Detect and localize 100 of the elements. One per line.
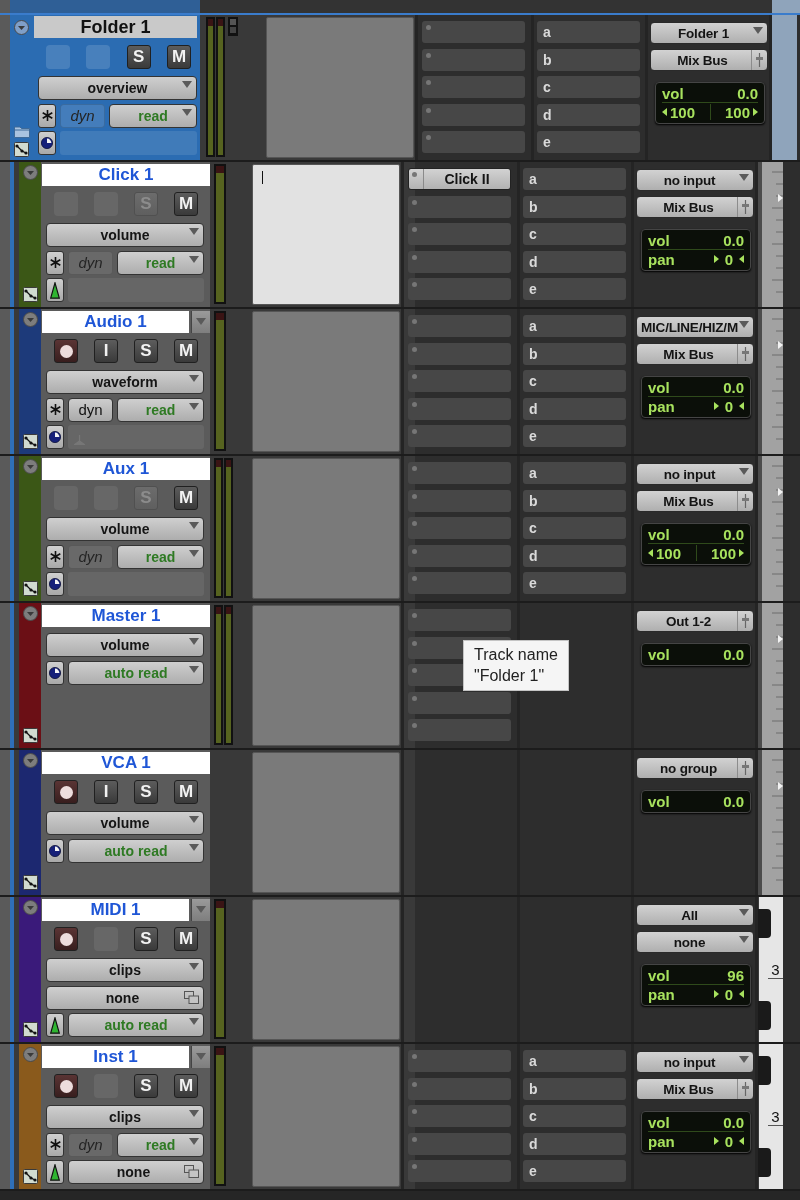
track-name[interactable]: Click 1 — [42, 164, 210, 186]
track-playlist[interactable] — [252, 605, 400, 746]
level-display[interactable]: vol 0.0 pan 0 — [641, 376, 751, 418]
send-slot[interactable]: e — [523, 278, 626, 300]
timebase-button[interactable] — [46, 660, 64, 685]
routing-menu[interactable]: MIC/LINE/HIZ/M — [636, 316, 754, 338]
routing-menu[interactable]: no input — [636, 463, 754, 485]
timebase-button[interactable] — [46, 1013, 64, 1037]
dyn-button[interactable]: dyn — [68, 397, 113, 422]
send-slot[interactable]: c — [523, 517, 626, 539]
send-slot[interactable]: a — [523, 1050, 626, 1072]
track-view-menu[interactable]: volume — [46, 223, 204, 247]
track-view-menu[interactable]: clips — [46, 958, 204, 982]
track-name[interactable]: VCA 1 — [42, 752, 210, 774]
asterisk-button[interactable] — [46, 544, 64, 569]
routing-selector[interactable]: Out 1-2 — [636, 610, 754, 632]
send-slot[interactable]: b — [523, 489, 626, 512]
track-view-menu[interactable]: overview — [38, 76, 197, 100]
send-slot[interactable]: e — [523, 1160, 626, 1182]
node-graph-icon[interactable] — [22, 1169, 38, 1184]
track-name-menu-button[interactable] — [191, 1046, 210, 1068]
node-graph-icon[interactable] — [22, 434, 38, 449]
send-slot[interactable]: d — [537, 103, 640, 126]
track-name-menu-button[interactable] — [191, 311, 210, 333]
level-display[interactable]: vol 0.0 pan 0 — [641, 229, 751, 271]
send-slot[interactable]: d — [523, 250, 626, 273]
routing-menu[interactable]: All — [636, 904, 754, 926]
input-monitor-button[interactable]: I — [94, 339, 118, 363]
mute-button[interactable]: M — [174, 780, 198, 804]
record-button[interactable] — [54, 927, 78, 951]
piano-key[interactable] — [758, 909, 771, 938]
track-playlist[interactable] — [252, 164, 400, 305]
send-slot[interactable]: a — [537, 21, 640, 43]
record-button[interactable] — [54, 780, 78, 804]
track-view-menu[interactable]: volume — [46, 517, 204, 541]
patch-select-button[interactable]: none — [68, 1160, 204, 1184]
track-view-menu[interactable]: waveform — [46, 370, 204, 394]
mute-button[interactable]: M — [174, 192, 198, 216]
node-graph-icon[interactable] — [22, 287, 38, 302]
track-view-menu[interactable]: clips — [46, 1105, 204, 1129]
level-display[interactable]: vol 96 pan 0 — [641, 964, 751, 1006]
track-view-menu[interactable]: volume — [46, 811, 204, 835]
asterisk-button[interactable] — [46, 397, 64, 422]
track-name[interactable]: Inst 1 — [42, 1046, 189, 1068]
record-button[interactable] — [54, 339, 78, 363]
node-graph-icon[interactable] — [22, 875, 38, 890]
send-slot[interactable]: c — [523, 370, 626, 392]
send-slot[interactable]: b — [537, 48, 640, 71]
routing-selector[interactable]: Mix Bus — [636, 1078, 754, 1100]
record-button[interactable] — [54, 1074, 78, 1098]
node-graph-icon[interactable] — [22, 728, 38, 743]
send-slot[interactable]: b — [523, 1077, 626, 1100]
patch-select-button[interactable]: none — [46, 985, 204, 1010]
asterisk-button[interactable] — [46, 1132, 64, 1157]
insert-slot[interactable]: Click II — [408, 168, 511, 190]
node-graph-icon[interactable] — [14, 142, 29, 157]
send-slot[interactable]: c — [537, 76, 640, 98]
timebase-button[interactable] — [38, 131, 56, 155]
track-name[interactable]: Aux 1 — [42, 458, 210, 480]
routing-menu[interactable]: none — [636, 931, 754, 953]
track-playlist[interactable] — [252, 899, 400, 1040]
solo-button[interactable]: S — [134, 339, 158, 363]
timebase-button[interactable] — [46, 425, 64, 449]
level-display[interactable]: vol 0.0 — [641, 643, 751, 666]
track-name[interactable]: Audio 1 — [42, 311, 189, 333]
send-slot[interactable]: b — [523, 195, 626, 218]
mute-button[interactable]: M — [174, 339, 198, 363]
timebase-button[interactable] — [46, 1160, 64, 1184]
level-display[interactable]: vol 0.0 pan 0 — [641, 1111, 751, 1153]
track-name-menu-button[interactable] — [191, 899, 210, 921]
send-slot[interactable]: d — [523, 544, 626, 567]
mute-button[interactable]: M — [174, 927, 198, 951]
send-slot[interactable]: d — [523, 1132, 626, 1155]
track-playlist[interactable] — [252, 458, 400, 599]
send-slot[interactable]: e — [537, 131, 640, 153]
asterisk-button[interactable] — [38, 103, 56, 128]
asterisk-button[interactable] — [46, 250, 64, 275]
routing-selector[interactable]: Mix Bus — [636, 343, 754, 365]
solo-button[interactable]: S — [126, 45, 151, 69]
send-slot[interactable]: a — [523, 462, 626, 484]
track-view-menu[interactable]: volume — [46, 633, 204, 657]
track-name[interactable]: Folder 1 — [34, 16, 197, 38]
piano-key[interactable] — [758, 1056, 771, 1085]
piano-key[interactable] — [758, 1148, 771, 1177]
timebase-button[interactable] — [46, 838, 64, 863]
track-name[interactable]: MIDI 1 — [42, 899, 189, 921]
solo-button[interactable]: S — [134, 927, 158, 951]
mute-button[interactable]: M — [167, 45, 191, 69]
routing-menu[interactable]: no input — [636, 1051, 754, 1073]
send-slot[interactable]: e — [523, 572, 626, 594]
send-slot[interactable]: a — [523, 168, 626, 190]
timebase-button[interactable] — [46, 278, 64, 302]
send-slot[interactable]: e — [523, 425, 626, 447]
routing-selector[interactable]: Mix Bus — [650, 49, 768, 71]
level-display[interactable]: vol 0.0 100 100 — [655, 82, 765, 124]
track-playlist[interactable] — [252, 1046, 400, 1187]
track-playlist[interactable] — [252, 752, 400, 893]
routing-selector[interactable]: no group — [636, 757, 754, 779]
mute-button[interactable]: M — [174, 486, 198, 510]
routing-selector[interactable]: Mix Bus — [636, 196, 754, 218]
